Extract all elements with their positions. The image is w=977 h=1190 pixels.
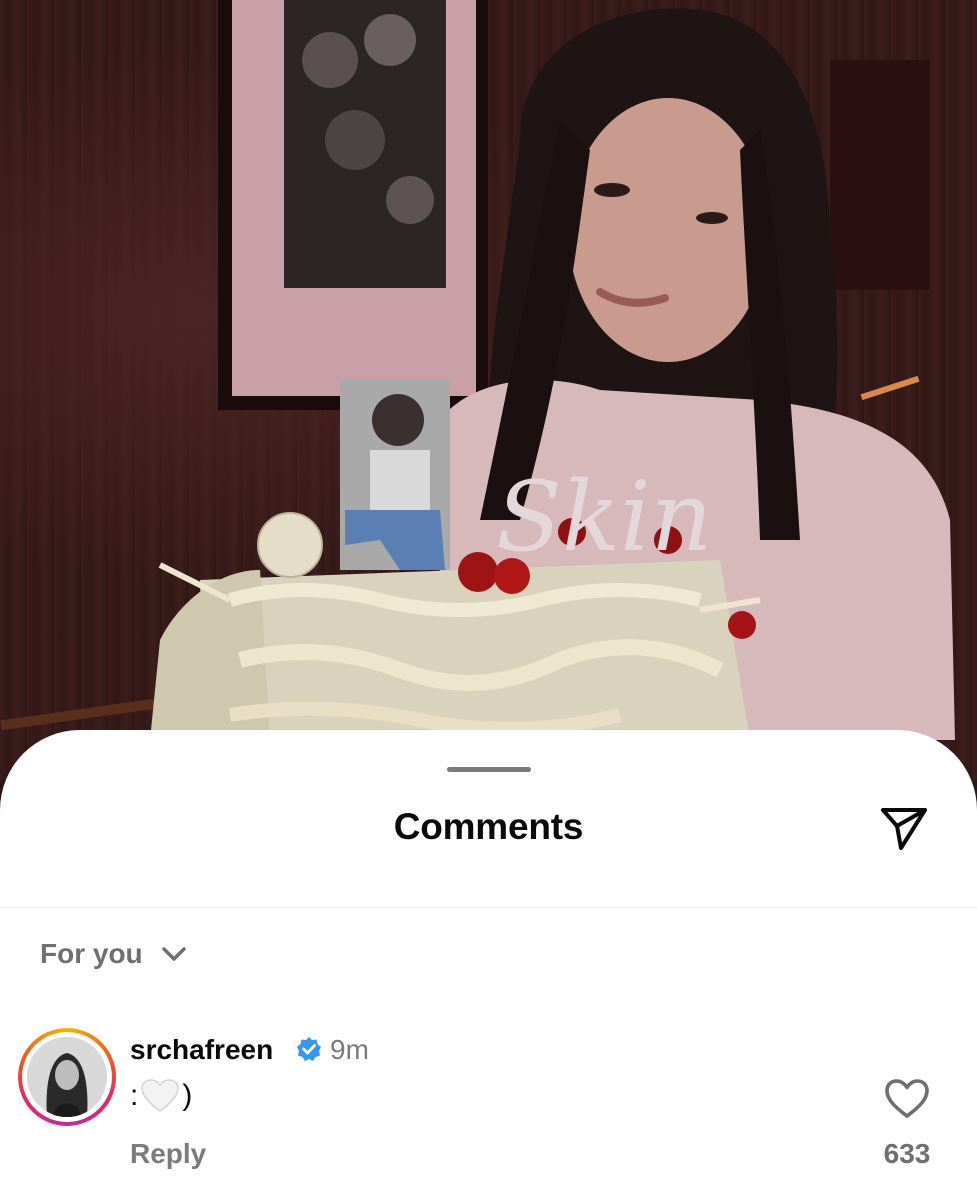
sheet-grabber[interactable] — [447, 767, 531, 772]
chevron-down-icon — [161, 947, 186, 961]
comment-text: : ) — [130, 1078, 192, 1114]
cake-topper-text: Skin — [496, 461, 712, 573]
white-heart-emoji — [141, 1079, 180, 1112]
verified-badge-icon — [297, 1037, 321, 1061]
screen: Skin Comments For you srchafreen 9m:) … — [0, 0, 977, 1190]
comment-username[interactable]: srchafreen — [130, 1034, 273, 1066]
comment-text-prefix: : — [130, 1079, 139, 1112]
avatar-photo — [27, 1037, 107, 1117]
comment-timestamp: 9m — [330, 1034, 369, 1065]
share-button[interactable] — [874, 800, 934, 856]
post-photo-illustration: Skin — [0, 0, 955, 740]
sheet-title: Comments — [393, 806, 584, 847]
comment-text-suffix: ) — [182, 1079, 193, 1112]
comment-sort-label: For you — [40, 938, 143, 969]
comment-item: srchafreen 9m : ) Reply 633 — [0, 1026, 977, 1186]
comment-sort-dropdown[interactable]: For you — [40, 938, 187, 970]
avatar[interactable] — [18, 1028, 116, 1126]
reply-button[interactable]: Reply — [130, 1138, 206, 1170]
header-divider — [0, 907, 977, 908]
like-count: 633 — [883, 1138, 931, 1169]
post-photo: Skin — [0, 0, 977, 780]
avatar-image — [27, 1037, 107, 1117]
heart-outline-icon[interactable] — [884, 1078, 930, 1120]
paper-plane-icon — [881, 808, 927, 850]
comments-sheet: Comments For you srchafreen 9m:) Reply… — [0, 730, 977, 1190]
